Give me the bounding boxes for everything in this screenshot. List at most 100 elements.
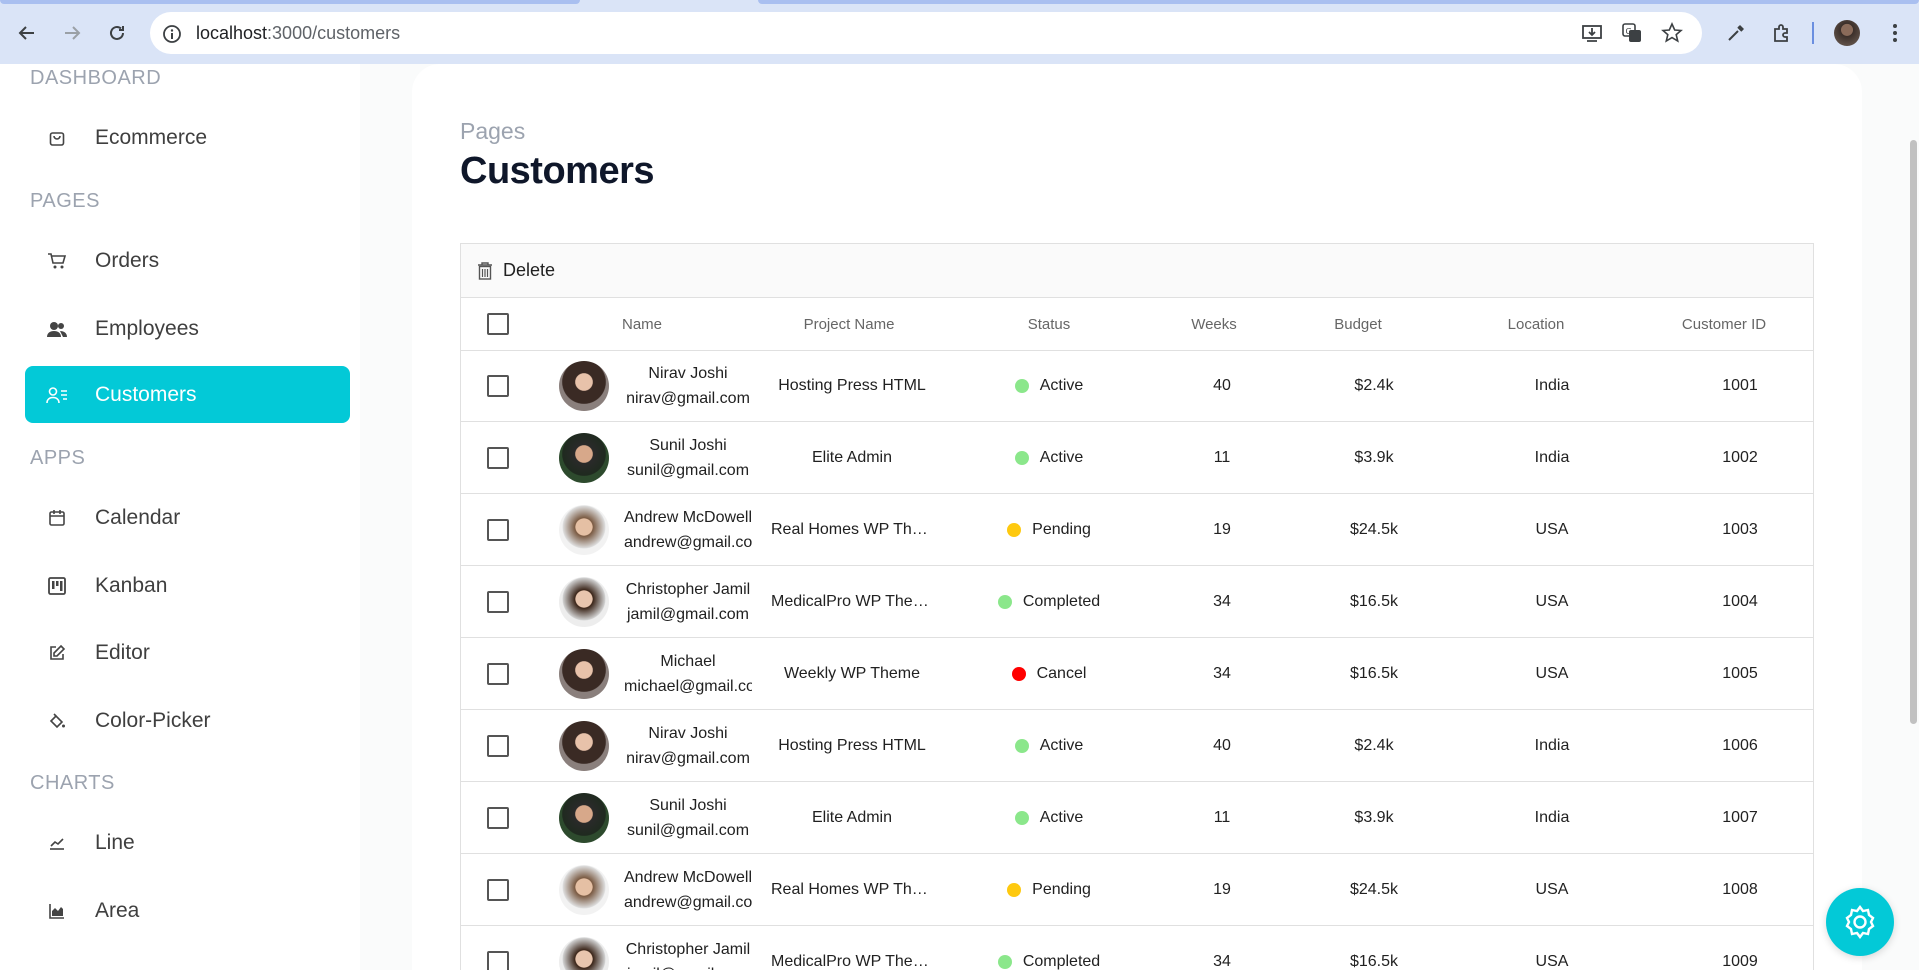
- calendar-icon: [45, 506, 69, 530]
- translate-icon[interactable]: G: [1617, 18, 1647, 48]
- customer-email: jamil@gmail.com: [624, 962, 752, 970]
- sidebar-item-employees[interactable]: Employees: [25, 300, 350, 357]
- row-checkbox[interactable]: [487, 807, 509, 829]
- customer-name: Christopher Jamil: [625, 581, 751, 598]
- row-select-cell: [461, 423, 535, 493]
- bookmark-star-icon[interactable]: [1657, 18, 1687, 48]
- customer-name-cell: Andrew McDowell andrew@gmail.com: [624, 865, 752, 915]
- status-cell: Pending: [949, 495, 1149, 565]
- customer-name: Sunil Joshi: [649, 437, 727, 454]
- project-cell: Weekly WP Theme: [771, 639, 933, 709]
- sidebar-item-label: Kanban: [95, 573, 168, 597]
- more-menu-icon[interactable]: [1880, 18, 1910, 48]
- cart-icon: [45, 249, 69, 273]
- table-row[interactable]: Andrew McDowell andrew@gmail.com Real Home…: [461, 495, 1813, 566]
- avatar-cell: [559, 351, 609, 421]
- table-row[interactable]: Christopher Jamil jamil@gmail.com MedicalP…: [461, 567, 1813, 638]
- location-cell: India: [1534, 809, 1570, 826]
- row-checkbox[interactable]: [487, 375, 509, 397]
- install-icon[interactable]: [1577, 18, 1607, 48]
- url-text[interactable]: localhost:3000/customers: [196, 23, 400, 44]
- settings-button[interactable]: [1826, 888, 1894, 956]
- browser-chrome: localhost:3000/customers G: [0, 0, 1919, 64]
- table-row[interactable]: Michael michael@gmail.com Weekly WP Theme C…: [461, 639, 1813, 710]
- customer-email: nirav@gmail.com: [626, 750, 750, 767]
- delete-button[interactable]: Delete: [503, 260, 555, 281]
- grid-toolbar: Delete: [461, 244, 1813, 298]
- sidebar-item-customers[interactable]: Customers: [25, 366, 350, 423]
- table-row[interactable]: Nirav Joshi nirav@gmail.com Hosting Press …: [461, 711, 1813, 782]
- sidebar-item-editor[interactable]: Editor: [25, 624, 350, 681]
- table-row[interactable]: Christopher Jamil jamil@gmail.com MedicalP…: [461, 927, 1813, 970]
- employees-icon: [45, 317, 69, 341]
- row-checkbox[interactable]: [487, 519, 509, 541]
- status-dot: [997, 955, 1012, 969]
- page-scrollbar[interactable]: [1910, 140, 1917, 724]
- customer-name: Andrew McDowell: [624, 509, 752, 526]
- sidebar: DASHBOARD Ecommerce PAGES Orders Employe…: [0, 64, 360, 970]
- area-chart-icon: [45, 899, 69, 923]
- avatar: [559, 433, 609, 483]
- weeks-cell: 40: [1213, 377, 1231, 394]
- browser-tab[interactable]: [758, 0, 1919, 4]
- sidebar-item-kanban[interactable]: Kanban: [25, 557, 350, 614]
- col-header-weeks[interactable]: Weeks: [1149, 298, 1279, 350]
- sidebar-item-calendar[interactable]: Calendar: [25, 489, 350, 546]
- url-path: :3000/customers: [267, 23, 401, 43]
- col-header-location[interactable]: Location: [1437, 298, 1635, 350]
- status-badge: Pending: [1032, 521, 1091, 538]
- budget-cell: $16.5k: [1349, 593, 1399, 610]
- customer-id-cell: 1004: [1722, 593, 1758, 610]
- site-info-icon[interactable]: [162, 24, 182, 49]
- table-row[interactable]: Nirav Joshi nirav@gmail.com Hosting Press …: [461, 351, 1813, 422]
- location-cell: USA: [1535, 593, 1569, 610]
- row-checkbox[interactable]: [487, 735, 509, 757]
- location-cell: India: [1534, 737, 1570, 754]
- table-row[interactable]: Sunil Joshi sunil@gmail.com Elite Admin Act…: [461, 423, 1813, 494]
- avatar: [559, 649, 609, 699]
- project-cell: MedicalPro WP Theme: [771, 567, 933, 637]
- customer-name: Andrew McDowell: [624, 869, 752, 886]
- weeks-cell: 40: [1213, 737, 1231, 754]
- avatar: [559, 721, 609, 771]
- select-all-checkbox[interactable]: [487, 313, 509, 335]
- gear-icon: [1845, 905, 1875, 939]
- forward-icon[interactable]: [57, 18, 87, 48]
- budget-cell: $24.5k: [1349, 521, 1399, 538]
- customer-name-cell: Christopher Jamil jamil@gmail.com: [624, 577, 752, 627]
- profile-avatar[interactable]: [1834, 20, 1860, 46]
- sidebar-item-color-picker[interactable]: Color-Picker: [25, 692, 350, 749]
- table-row[interactable]: Andrew McDowell andrew@gmail.com Real Home…: [461, 855, 1813, 926]
- customer-name-cell: Sunil Joshi sunil@gmail.com: [624, 793, 752, 843]
- kanban-icon: [45, 574, 69, 598]
- row-checkbox[interactable]: [487, 951, 509, 970]
- sidebar-item-area[interactable]: Area: [25, 882, 350, 939]
- row-checkbox[interactable]: [487, 879, 509, 901]
- eyedropper-icon[interactable]: [1721, 18, 1751, 48]
- customer-email: andrew@gmail.com: [624, 534, 752, 551]
- page-title: Customers: [460, 150, 655, 192]
- col-header-budget[interactable]: Budget: [1279, 298, 1437, 350]
- location-cell: USA: [1535, 881, 1569, 898]
- extensions-icon[interactable]: [1767, 18, 1797, 48]
- col-header-status[interactable]: Status: [949, 298, 1149, 350]
- browser-tab[interactable]: [0, 0, 580, 4]
- table-row[interactable]: Sunil Joshi sunil@gmail.com Elite Admin Act…: [461, 783, 1813, 854]
- customer-id-cell: 1003: [1722, 521, 1758, 538]
- back-icon[interactable]: [12, 18, 42, 48]
- trash-icon[interactable]: [477, 261, 493, 280]
- row-checkbox[interactable]: [487, 447, 509, 469]
- sidebar-item-orders[interactable]: Orders: [25, 232, 350, 289]
- col-header-customer-id[interactable]: Customer ID: [1635, 298, 1813, 350]
- avatar-cell: [559, 927, 609, 970]
- row-checkbox[interactable]: [487, 663, 509, 685]
- col-header-project[interactable]: Project Name: [749, 298, 949, 350]
- avatar: [559, 793, 609, 843]
- sidebar-item-ecommerce[interactable]: Ecommerce: [25, 109, 350, 166]
- status-badge: Active: [1039, 449, 1084, 466]
- col-header-name[interactable]: Name: [535, 298, 749, 350]
- sidebar-item-line[interactable]: Line: [25, 814, 350, 871]
- row-checkbox[interactable]: [487, 591, 509, 613]
- sidebar-item-label: Calendar: [95, 505, 181, 529]
- reload-icon[interactable]: [102, 18, 132, 48]
